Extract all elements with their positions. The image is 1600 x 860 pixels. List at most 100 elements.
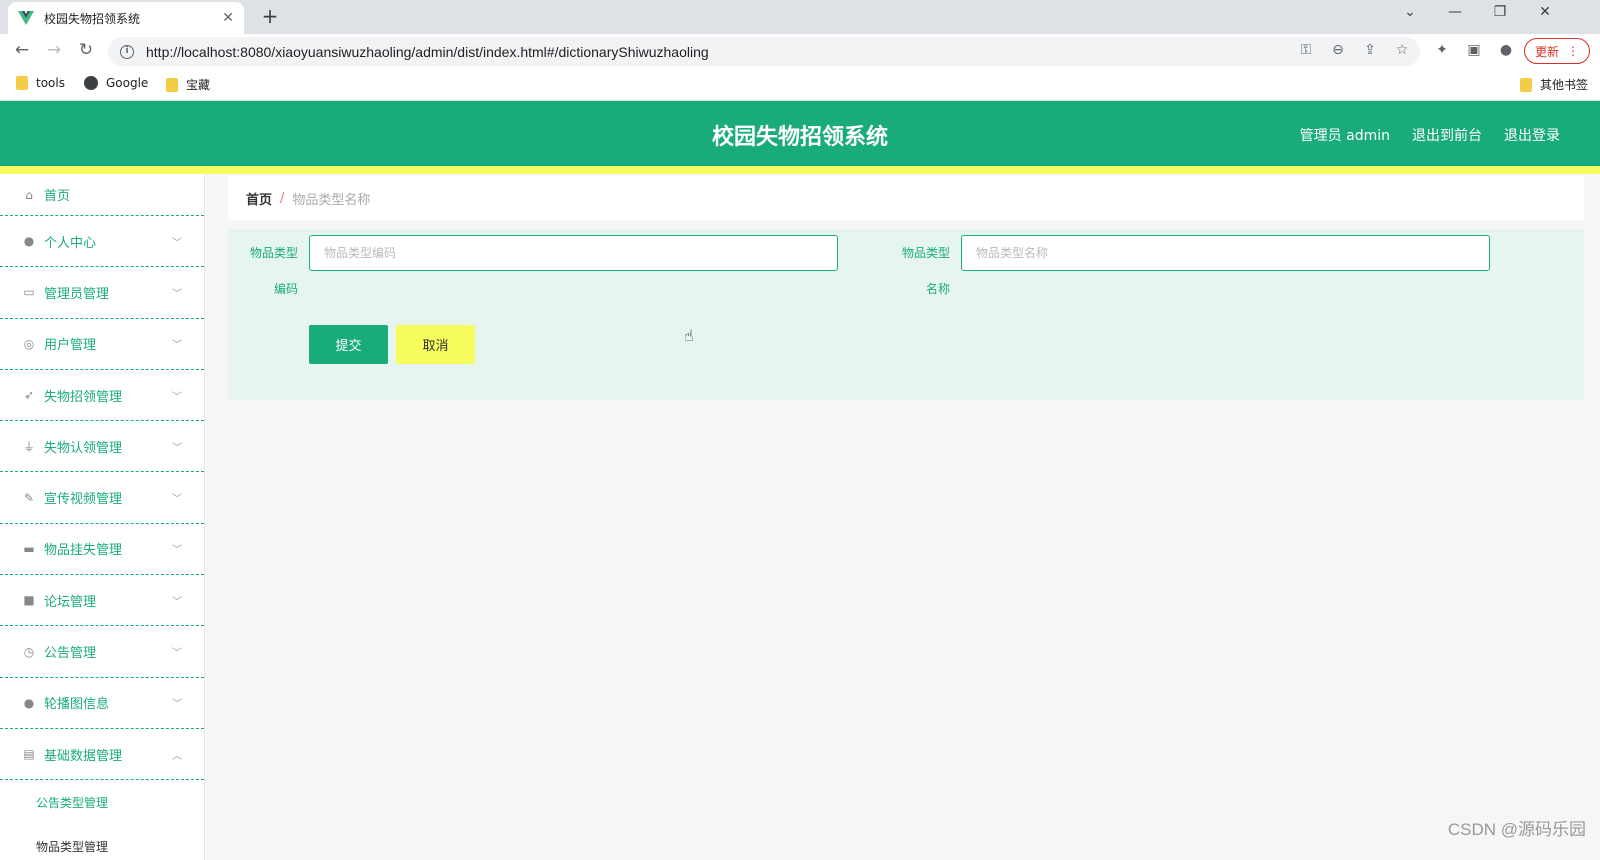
bookmarks-bar: tools Google 宝藏 其他书签 <box>0 68 1600 101</box>
chevron-down-icon: ﹀ <box>172 391 182 403</box>
breadcrumb-separator: / <box>280 190 285 206</box>
watermark: CSDN @源码乐园 <box>1447 820 1586 839</box>
zoom-icon[interactable]: ⊖ <box>1328 42 1348 58</box>
sidebar-subitem-item-types[interactable]: 物品类型管理 <box>0 824 204 860</box>
send-icon: ➶ <box>23 388 35 403</box>
logout-link[interactable]: 退出登录 <box>1504 125 1560 145</box>
bookmark-treasure[interactable]: 宝藏 <box>166 76 210 93</box>
header-links: 管理员 admin 退出到前台 退出登录 <box>1300 125 1560 145</box>
chat-icon: ■ <box>23 593 35 608</box>
bookmark-label: 宝藏 <box>186 78 211 92</box>
bookmark-google[interactable]: Google <box>84 76 148 90</box>
name-label-line2: 名称 <box>925 282 950 296</box>
sidebar-item-label: 物品挂失管理 <box>44 543 123 559</box>
main-content: 首页 / 物品类型名称 物品类型 编码 物品类型编码 物品类型 名称 物品类型名… <box>206 174 1600 860</box>
submit-button[interactable]: 提交 <box>309 325 388 364</box>
chevron-down-icon: ﹀ <box>172 648 182 660</box>
sidebar: ⌂ 首页 ● 个人中心 ﹀ ▭ 管理员管理 ﹀ ◎ 用户管理 ﹀ ➶ 失物招领管… <box>0 174 205 860</box>
star-icon[interactable]: ☆ <box>1392 42 1412 58</box>
briefcase-icon: ▬ <box>23 541 35 556</box>
restore-icon[interactable]: ❐ <box>1485 4 1515 20</box>
name-label-line1: 物品类型 <box>901 246 950 260</box>
side-panel-icon[interactable]: ▣ <box>1464 42 1484 58</box>
omnibox[interactable]: i http://localhost:8080/xiaoyuansiwuzhao… <box>108 37 1420 66</box>
share-icon[interactable]: ⇪ <box>1360 42 1380 58</box>
close-window-icon[interactable]: ✕ <box>1530 4 1560 20</box>
sidebar-item-base-data[interactable]: ▤ 基础数据管理 ︿ <box>0 729 204 781</box>
sidebar-item-personal[interactable]: ● 个人中心 ﹀ <box>0 216 204 268</box>
chevron-down-icon: ﹀ <box>172 494 182 506</box>
sidebar-item-label: 轮播图信息 <box>44 697 110 713</box>
sidebar-item-label: 宣传视频管理 <box>44 492 123 508</box>
chevron-down-icon: ﹀ <box>172 545 182 557</box>
sidebar-item-label: 论坛管理 <box>44 594 97 610</box>
bookmark-tools[interactable]: tools <box>16 76 65 90</box>
address-bar: ← → ↻ i http://localhost:8080/xiaoyuansi… <box>0 34 1600 68</box>
sidebar-item-home[interactable]: ⌂ 首页 <box>0 174 204 216</box>
exit-front-link[interactable]: 退出到前台 <box>1412 125 1482 145</box>
sidebar-item-label: 个人中心 <box>44 235 97 251</box>
profile-icon[interactable]: ● <box>1496 42 1516 58</box>
bookmark-label: tools <box>36 76 65 90</box>
clock-icon: ◷ <box>23 644 35 659</box>
tab-title: 校园失物招领系统 <box>44 11 141 26</box>
header-accent-strip <box>0 166 1600 174</box>
back-icon[interactable]: ← <box>10 40 34 62</box>
hand-cursor-icon: ☝ <box>684 326 694 345</box>
update-label: 更新 <box>1534 44 1559 59</box>
key-icon[interactable]: ⚿ <box>1296 42 1316 58</box>
form-panel: 物品类型 编码 物品类型编码 物品类型 名称 物品类型名称 提交 取消 <box>228 229 1584 400</box>
sidebar-item-videos[interactable]: ✎ 宣传视频管理 ﹀ <box>0 472 204 524</box>
sidebar-item-lost-found[interactable]: ➶ 失物招领管理 ﹀ <box>0 370 204 422</box>
globe-icon <box>84 76 98 90</box>
circle-user-icon: ◎ <box>23 336 35 351</box>
browser-tab-bar: 校园失物招领系统 ✕ + ⌄ — ❐ ✕ <box>0 0 1600 34</box>
minimize-icon[interactable]: — <box>1440 4 1470 20</box>
sidebar-item-forum[interactable]: ■ 论坛管理 ﹀ <box>0 575 204 627</box>
breadcrumb-current: 物品类型名称 <box>292 192 371 208</box>
chevron-down-icon: ﹀ <box>172 237 182 249</box>
sidebar-item-admins[interactable]: ▭ 管理员管理 ﹀ <box>0 267 204 319</box>
close-tab-icon[interactable]: ✕ <box>222 10 234 26</box>
home-icon: ⌂ <box>25 187 33 202</box>
code-label-line1: 物品类型 <box>249 246 298 260</box>
bookmark-other[interactable]: 其他书签 <box>1520 76 1588 93</box>
sidebar-subitem-notice-types[interactable]: 公告类型管理 <box>0 780 204 824</box>
browser-tab[interactable]: 校园失物招领系统 ✕ <box>8 2 244 34</box>
folder-icon <box>16 76 28 90</box>
chevron-down-icon: ﹀ <box>172 340 182 352</box>
sidebar-item-claims[interactable]: ⏚ 失物认领管理 ﹀ <box>0 421 204 473</box>
sidebar-item-label: 管理员管理 <box>44 286 110 302</box>
extensions-icon[interactable]: ✦ <box>1432 42 1452 58</box>
sidebar-item-carousel[interactable]: ● 轮播图信息 ﹀ <box>0 678 204 729</box>
bookmark-label: Google <box>106 76 149 90</box>
item-type-code-input[interactable]: 物品类型编码 <box>309 235 838 271</box>
sidebar-item-notices[interactable]: ◷ 公告管理 ﹀ <box>0 626 204 678</box>
code-label: 物品类型 <box>238 235 298 271</box>
vue-logo-icon <box>18 11 34 25</box>
sidebar-item-label: 失物认领管理 <box>44 440 123 456</box>
sidebar-item-label: 用户管理 <box>44 338 97 354</box>
update-button[interactable]: 更新 ⋮ <box>1524 38 1590 64</box>
sidebar-item-label: 公告管理 <box>44 646 97 662</box>
breadcrumb-home[interactable]: 首页 <box>246 189 272 208</box>
tab-search-icon[interactable]: ⌄ <box>1395 4 1425 20</box>
admin-label: 管理员 admin <box>1299 128 1390 144</box>
sidebar-item-label: 首页 <box>44 189 71 204</box>
url-text[interactable]: http://localhost:8080/xiaoyuansiwuzhaoli… <box>146 44 709 60</box>
reload-icon[interactable]: ↻ <box>74 40 98 62</box>
new-tab-icon[interactable]: + <box>258 4 282 28</box>
user-icon: ● <box>23 234 35 249</box>
sidebar-item-loss-report[interactable]: ▬ 物品挂失管理 ﹀ <box>0 524 204 576</box>
site-info-icon[interactable]: i <box>120 44 134 59</box>
item-type-name-input[interactable]: 物品类型名称 <box>961 235 1490 271</box>
forward-icon[interactable]: → <box>42 40 66 62</box>
sidebar-item-users[interactable]: ◎ 用户管理 ﹀ <box>0 319 204 370</box>
code-label-line2: 编码 <box>273 282 298 296</box>
microphone-icon: ⏚ <box>22 439 35 454</box>
more-menu-icon: ⋮ <box>1567 44 1579 58</box>
chevron-down-icon: ﹀ <box>172 442 182 454</box>
chevron-down-icon: ﹀ <box>172 596 182 608</box>
brush-icon: ✎ <box>23 490 35 505</box>
cancel-button[interactable]: 取消 <box>396 325 475 364</box>
